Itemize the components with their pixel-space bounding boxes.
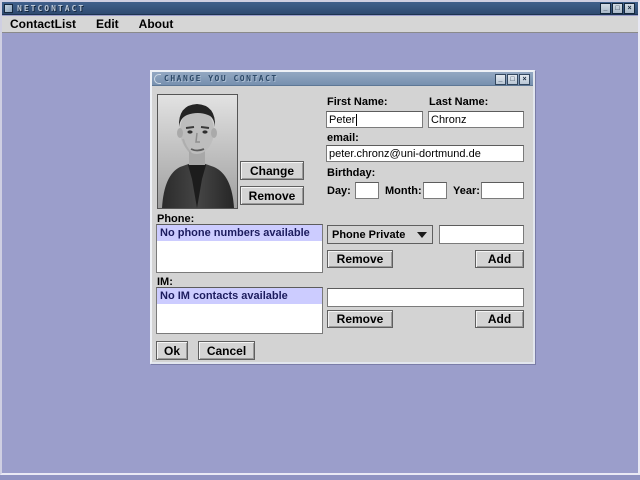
app-title: NETCONTACT <box>17 3 86 13</box>
first-name-field[interactable] <box>326 111 423 128</box>
first-name-label: First Name: <box>327 96 388 108</box>
change-contact-dialog: CHANGE YOU CONTACT _ □ × Change Remove F… <box>150 70 535 364</box>
text-caret <box>356 114 357 126</box>
dialog-title: CHANGE YOU CONTACT <box>164 74 278 83</box>
close-icon[interactable]: × <box>624 3 635 14</box>
dialog-minimize-icon[interactable]: _ <box>495 74 506 85</box>
dialog-close-icon[interactable]: × <box>519 74 530 85</box>
year-label: Year: <box>453 185 480 197</box>
last-name-field[interactable] <box>428 111 524 128</box>
minimize-icon[interactable]: _ <box>600 3 611 14</box>
maximize-icon[interactable]: □ <box>612 3 623 14</box>
menu-edit[interactable]: Edit <box>96 17 119 31</box>
phone-type-value: Phone Private <box>332 228 406 241</box>
day-label: Day: <box>327 185 351 197</box>
dialog-titlebar: CHANGE YOU CONTACT <box>152 72 533 86</box>
dialog-tab-icon <box>154 73 161 84</box>
im-contact-field[interactable] <box>327 288 524 307</box>
phone-list[interactable]: No phone numbers available <box>156 224 323 273</box>
im-add-button[interactable]: Add <box>475 310 524 328</box>
birthday-label: Birthday: <box>327 167 376 179</box>
ok-button[interactable]: Ok <box>156 341 188 360</box>
year-field[interactable] <box>481 182 524 199</box>
day-field[interactable] <box>355 182 379 199</box>
email-field[interactable] <box>326 145 524 162</box>
chevron-down-icon <box>417 231 427 238</box>
phone-list-item[interactable]: No phone numbers available <box>157 225 322 241</box>
im-list-item[interactable]: No IM contacts available <box>157 288 322 304</box>
dialog-maximize-icon[interactable]: □ <box>507 74 518 85</box>
cancel-button[interactable]: Cancel <box>198 341 255 360</box>
phone-number-field[interactable] <box>439 225 524 244</box>
contact-photo <box>157 94 238 209</box>
im-remove-button[interactable]: Remove <box>327 310 393 328</box>
menu-contactlist[interactable]: ContactList <box>10 17 76 31</box>
photo-remove-button[interactable]: Remove <box>240 186 304 205</box>
im-list[interactable]: No IM contacts available <box>156 287 323 334</box>
phone-add-button[interactable]: Add <box>475 250 524 268</box>
app-icon <box>4 3 13 13</box>
phone-type-select[interactable]: Phone Private <box>327 225 433 244</box>
month-field[interactable] <box>423 182 447 199</box>
email-label: email: <box>327 132 359 144</box>
last-name-label: Last Name: <box>429 96 489 108</box>
app-titlebar: NETCONTACT <box>2 2 638 15</box>
month-label: Month: <box>385 185 422 197</box>
phone-remove-button[interactable]: Remove <box>327 250 393 268</box>
photo-change-button[interactable]: Change <box>240 161 304 180</box>
menubar: ContactList Edit About <box>2 16 638 33</box>
app-window: NETCONTACT _ □ × ContactList Edit About … <box>0 0 640 475</box>
menu-about[interactable]: About <box>139 17 174 31</box>
